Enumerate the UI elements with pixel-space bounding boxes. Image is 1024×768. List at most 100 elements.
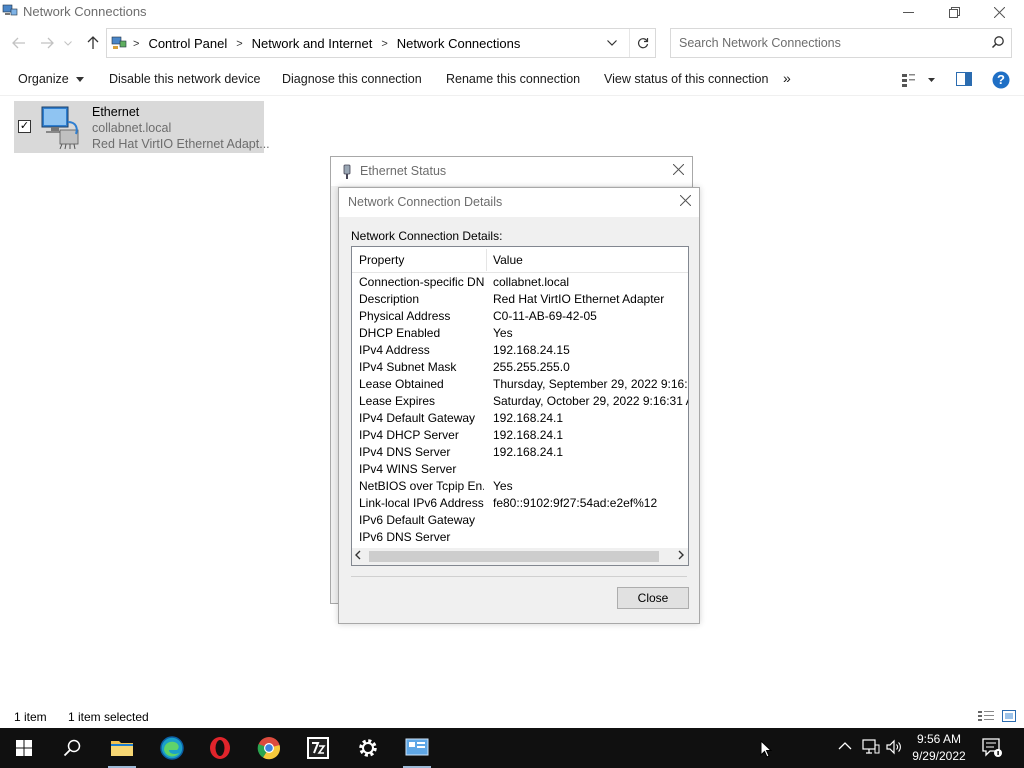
- back-button[interactable]: [8, 28, 30, 58]
- change-view-button[interactable]: [900, 72, 940, 91]
- rename-button[interactable]: Rename this connection: [446, 72, 580, 86]
- breadcrumb-separator[interactable]: >: [236, 38, 242, 50]
- opera-taskbar-button[interactable]: [196, 728, 244, 768]
- clock[interactable]: 9:56 AM 9/29/2022: [906, 731, 972, 765]
- recent-locations-button[interactable]: [60, 28, 76, 58]
- disable-device-button[interactable]: Disable this network device: [109, 72, 260, 86]
- property-cell: Physical Address: [359, 309, 451, 323]
- show-hidden-icons-button[interactable]: [838, 740, 852, 754]
- breadcrumb-network-connections[interactable]: Network Connections: [397, 36, 521, 51]
- forward-button[interactable]: [36, 28, 58, 58]
- help-button[interactable]: ?: [992, 71, 1010, 92]
- ethernet-adapter-icon: [41, 106, 79, 150]
- edge-taskbar-button[interactable]: [148, 728, 196, 768]
- item-checkbox[interactable]: ✓: [18, 120, 31, 133]
- file-explorer-taskbar-button[interactable]: [98, 728, 146, 768]
- control-panel-taskbar-button[interactable]: [393, 728, 441, 768]
- connection-network: collabnet.local: [92, 121, 172, 135]
- volume-tray-button[interactable]: [886, 739, 902, 758]
- close-window-button[interactable]: [976, 0, 1022, 25]
- large-icons-view-icon: [1002, 710, 1016, 722]
- taskbar-search-button[interactable]: [48, 728, 96, 768]
- 7zip-taskbar-button[interactable]: [294, 728, 342, 768]
- search-icon: [991, 36, 1004, 49]
- ethernet-connection-item[interactable]: ✓ Ethernet collabnet.local Red Hat VirtI…: [14, 101, 270, 153]
- table-row[interactable]: Lease Expires Saturday, October 29, 2022 …: [352, 392, 688, 409]
- network-connection-details-dialog: Network Connection Details Network Conne…: [338, 187, 700, 624]
- table-row[interactable]: IPv4 Subnet Mask 255.255.255.0: [352, 358, 688, 375]
- status-dialog-close-button[interactable]: [672, 162, 685, 179]
- network-tray-button[interactable]: [862, 739, 880, 758]
- table-row[interactable]: IPv6 Default Gateway: [352, 511, 688, 528]
- refresh-button[interactable]: [629, 29, 655, 57]
- table-row[interactable]: Lease Obtained Thursday, September 29, 20…: [352, 375, 688, 392]
- table-row[interactable]: IPv4 Address 192.168.24.15: [352, 341, 688, 358]
- table-row[interactable]: Description Red Hat VirtIO Ethernet Adapt…: [352, 290, 688, 307]
- details-label: Network Connection Details:: [351, 229, 503, 243]
- column-header-value[interactable]: Value: [493, 253, 523, 267]
- chevron-down-icon: [607, 40, 617, 46]
- table-row[interactable]: IPv6 DNS Server: [352, 528, 688, 545]
- opera-icon: [210, 737, 230, 759]
- close-icon: [993, 7, 1005, 18]
- address-dropdown-button[interactable]: [599, 29, 625, 57]
- large-icons-view-toggle[interactable]: [1002, 710, 1016, 725]
- diagnose-button[interactable]: Diagnose this connection: [282, 72, 422, 86]
- start-button[interactable]: [0, 728, 48, 768]
- organize-button[interactable]: Organize: [18, 72, 85, 86]
- minimize-icon: [902, 11, 914, 13]
- up-button[interactable]: [82, 28, 104, 58]
- details-view-icon: [978, 711, 994, 721]
- breadcrumb-control-panel[interactable]: Control Panel: [148, 36, 227, 51]
- cursor-icon: [760, 739, 773, 758]
- column-header-property[interactable]: Property: [359, 253, 404, 267]
- table-row[interactable]: IPv4 Default Gateway 192.168.24.1: [352, 409, 688, 426]
- value-cell: C0-11-AB-69-42-05: [493, 309, 597, 323]
- table-row[interactable]: IPv4 WINS Server: [352, 460, 688, 477]
- column-divider[interactable]: [486, 249, 487, 271]
- table-row[interactable]: Connection-specific DN... collabnet.local: [352, 273, 688, 290]
- edge-icon: [160, 736, 184, 760]
- address-bar[interactable]: > Control Panel > Network and Internet >…: [106, 28, 656, 58]
- settings-taskbar-button[interactable]: [344, 728, 392, 768]
- dialog-title-bar: Network Connection Details: [339, 188, 699, 217]
- dialog-title: Network Connection Details: [348, 195, 503, 209]
- details-view-toggle[interactable]: [978, 710, 994, 725]
- scrollbar-thumb[interactable]: [369, 551, 659, 562]
- mouse-cursor: [760, 739, 773, 761]
- breadcrumb-network-and-internet[interactable]: Network and Internet: [252, 36, 373, 51]
- organize-label: Organize: [18, 72, 69, 86]
- more-commands-button[interactable]: »: [783, 70, 791, 86]
- property-cell: Description: [359, 292, 420, 306]
- table-row[interactable]: NetBIOS over Tcpip En... Yes: [352, 477, 688, 494]
- command-bar: Organize Disable this network device Dia…: [0, 64, 1024, 96]
- close-button[interactable]: Close: [617, 587, 689, 609]
- search-input[interactable]: Search Network Connections: [670, 28, 1012, 58]
- view-status-button[interactable]: View status of this connection: [604, 72, 768, 86]
- details-dialog-close-x-button[interactable]: [679, 193, 692, 210]
- breadcrumb-separator[interactable]: >: [133, 38, 139, 50]
- breadcrumb-separator[interactable]: >: [381, 38, 387, 50]
- table-row[interactable]: Link-local IPv6 Address fe80::9102:9f27:5…: [352, 494, 688, 511]
- action-center-button[interactable]: [982, 738, 1004, 761]
- value-cell: collabnet.local: [493, 275, 570, 289]
- minimize-button[interactable]: [885, 0, 931, 25]
- file-explorer-icon: [111, 741, 133, 756]
- table-row[interactable]: IPv4 DHCP Server 192.168.24.1: [352, 426, 688, 443]
- scroll-right-icon[interactable]: [677, 550, 685, 563]
- chrome-taskbar-button[interactable]: [245, 728, 293, 768]
- preview-pane-button[interactable]: [956, 72, 972, 89]
- help-label: ?: [997, 72, 1005, 87]
- value-cell: Yes: [493, 326, 513, 340]
- scroll-left-icon[interactable]: [354, 550, 362, 563]
- table-row[interactable]: Physical Address C0-11-AB-69-42-05: [352, 307, 688, 324]
- list-header: Property Value: [352, 247, 688, 273]
- clock-time: 9:56 AM: [916, 732, 962, 746]
- property-cell: IPv4 DHCP Server: [359, 428, 459, 442]
- restore-button[interactable]: [931, 0, 977, 25]
- status-bar: 1 item 1 item selected: [0, 706, 1024, 728]
- table-row[interactable]: IPv4 DNS Server 192.168.24.1: [352, 443, 688, 460]
- details-list-view[interactable]: Property Value Connection-specific DN...…: [351, 246, 689, 566]
- horizontal-scrollbar[interactable]: [352, 548, 688, 565]
- table-row[interactable]: DHCP Enabled Yes: [352, 324, 688, 341]
